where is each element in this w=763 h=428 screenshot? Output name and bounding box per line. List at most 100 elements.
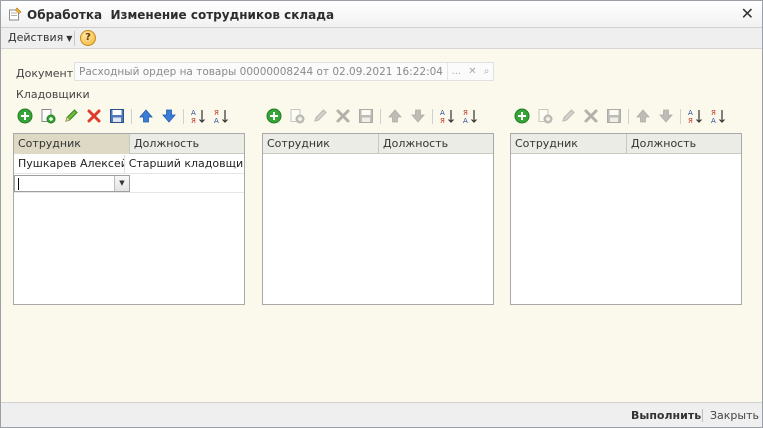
copy-icon — [290, 109, 305, 124]
svg-text:Я: Я — [463, 109, 468, 117]
move-up-icon — [388, 109, 402, 123]
close-button[interactable]: Закрыть — [710, 409, 759, 422]
table-header: Сотрудник Должность — [14, 134, 244, 154]
cell-position[interactable] — [131, 174, 135, 193]
copy-button[interactable] — [537, 108, 553, 124]
sort-descending-icon: ЯА — [463, 109, 477, 124]
svg-text:Я: Я — [191, 117, 196, 124]
column-header-employee[interactable]: Сотрудник — [14, 134, 130, 154]
window-title: Обработка Изменение сотрудников склада — [27, 8, 335, 22]
sort-descending-button[interactable]: ЯА — [710, 108, 726, 124]
delete-button[interactable] — [86, 108, 102, 124]
move-up-button[interactable] — [635, 108, 651, 124]
svg-text:А: А — [214, 117, 219, 124]
table-row-editing[interactable]: ▼ — [14, 174, 244, 193]
delete-icon — [584, 109, 598, 123]
separator — [680, 108, 681, 124]
add-icon — [514, 108, 530, 124]
sort-ascending-icon: АЯ — [688, 109, 702, 124]
document-field[interactable]: Расходный ордер на товары 00000008244 от… — [74, 62, 494, 81]
footer-bar: Выполнить Закрыть — [1, 402, 762, 427]
copy-button[interactable] — [40, 108, 56, 124]
column-header-employee[interactable]: Сотрудник — [263, 134, 379, 154]
separator — [628, 108, 629, 124]
sort-descending-icon: ЯА — [214, 109, 228, 124]
column-header-position[interactable]: Должность — [130, 134, 199, 154]
separator — [702, 409, 703, 422]
clear-button[interactable]: ✕ — [468, 66, 476, 77]
storekeepers-table-2[interactable]: Сотрудник Должность — [262, 133, 494, 305]
document-value: Расходный ордер на товары 00000008244 от… — [79, 66, 443, 78]
table-toolbar-3: АЯ ЯА — [514, 106, 733, 126]
separator — [131, 108, 132, 124]
edit-icon — [65, 109, 78, 122]
add-icon — [17, 108, 33, 124]
close-window-button[interactable]: ✕ — [741, 5, 754, 23]
sort-descending-button[interactable]: ЯА — [213, 108, 229, 124]
add-button[interactable] — [514, 108, 530, 124]
copy-button[interactable] — [289, 108, 305, 124]
save-icon — [607, 109, 621, 123]
dialog-window: Обработка Изменение сотрудников склада ✕… — [0, 0, 763, 428]
storekeepers-table-3[interactable]: Сотрудник Должность — [510, 133, 742, 305]
table-header: Сотрудник Должность — [263, 134, 493, 154]
table-row[interactable]: Пушкарев Алексей... Старший кладовщик — [14, 155, 244, 174]
save-button[interactable] — [358, 108, 374, 124]
separator — [74, 31, 75, 46]
table-header: Сотрудник Должность — [511, 134, 741, 154]
delete-button[interactable] — [583, 108, 599, 124]
svg-text:Я: Я — [214, 109, 219, 117]
copy-icon — [41, 109, 56, 124]
open-button[interactable]: ⌕ — [484, 66, 490, 77]
svg-text:Я: Я — [440, 117, 445, 124]
edit-icon — [562, 109, 575, 122]
edit-button[interactable] — [312, 108, 328, 124]
move-down-button[interactable] — [410, 108, 426, 124]
move-down-icon — [659, 109, 673, 123]
help-button[interactable]: ? — [80, 30, 96, 46]
actions-menu[interactable]: Действия ▼ — [8, 31, 72, 44]
command-bar: Действия ▼ ? — [1, 28, 762, 49]
cell-position[interactable]: Старший кладовщик — [125, 155, 244, 174]
edit-button[interactable] — [560, 108, 576, 124]
move-down-button[interactable] — [658, 108, 674, 124]
title-bar: Обработка Изменение сотрудников склада ✕ — [1, 1, 762, 28]
delete-button[interactable] — [335, 108, 351, 124]
column-header-position[interactable]: Должность — [627, 134, 696, 154]
run-button[interactable]: Выполнить — [631, 409, 701, 422]
move-down-icon — [411, 109, 425, 123]
edit-icon — [314, 109, 327, 122]
table-toolbar-2: АЯ ЯА — [266, 106, 485, 126]
select-button[interactable]: ... — [452, 66, 462, 77]
add-button[interactable] — [266, 108, 282, 124]
move-down-button[interactable] — [161, 108, 177, 124]
move-up-icon — [636, 109, 650, 123]
storekeepers-label: Кладовщики — [16, 88, 90, 101]
sort-ascending-button[interactable]: АЯ — [687, 108, 703, 124]
move-up-button[interactable] — [387, 108, 403, 124]
column-header-position[interactable]: Должность — [379, 134, 448, 154]
sort-ascending-button[interactable]: АЯ — [439, 108, 455, 124]
cell-employee[interactable]: Пушкарев Алексей... — [14, 155, 125, 174]
edit-button[interactable] — [63, 108, 79, 124]
employee-select-input[interactable]: ▼ — [14, 175, 130, 192]
save-button[interactable] — [606, 108, 622, 124]
save-button[interactable] — [109, 108, 125, 124]
column-header-employee[interactable]: Сотрудник — [511, 134, 627, 154]
move-up-button[interactable] — [138, 108, 154, 124]
svg-text:Я: Я — [711, 109, 716, 117]
save-icon — [110, 109, 124, 123]
svg-text:А: А — [688, 109, 693, 117]
sort-descending-button[interactable]: ЯА — [462, 108, 478, 124]
chevron-down-icon: ▼ — [66, 34, 73, 43]
svg-text:А: А — [711, 117, 716, 124]
document-label: Документ: — [16, 67, 77, 80]
sort-ascending-button[interactable]: АЯ — [190, 108, 206, 124]
svg-text:Я: Я — [688, 117, 693, 124]
add-button[interactable] — [17, 108, 33, 124]
storekeepers-table-1[interactable]: Сотрудник Должность Пушкарев Алексей... … — [13, 133, 245, 305]
actions-menu-label: Действия — [8, 31, 64, 44]
svg-text:А: А — [440, 109, 445, 117]
add-icon — [266, 108, 282, 124]
dropdown-button[interactable]: ▼ — [114, 176, 129, 191]
